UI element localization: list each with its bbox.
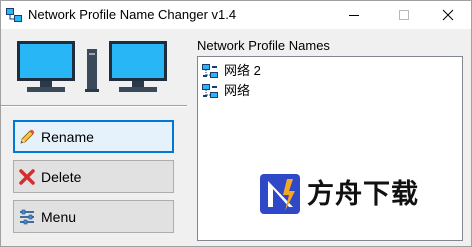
menu-button[interactable]: Menu xyxy=(13,200,174,233)
window-title: Network Profile Name Changer v1.4 xyxy=(28,7,237,22)
maximize-button[interactable] xyxy=(381,1,427,29)
sliders-icon xyxy=(20,209,34,225)
minimize-icon xyxy=(349,14,359,16)
delete-label: Delete xyxy=(41,169,82,185)
title-bar[interactable]: Network Profile Name Changer v1.4 xyxy=(1,1,471,29)
delete-button[interactable]: Delete xyxy=(13,160,174,193)
pencil-icon xyxy=(20,129,35,144)
rename-label: Rename xyxy=(41,129,94,145)
left-monitor-icon xyxy=(17,41,75,92)
profile-name: 网络 xyxy=(224,83,251,98)
minimize-button[interactable] xyxy=(331,1,377,29)
rename-button[interactable]: Rename xyxy=(13,120,174,153)
close-button[interactable] xyxy=(425,1,471,29)
list-item[interactable]: 网络 2 xyxy=(202,62,261,80)
app-icon xyxy=(6,8,22,22)
network-icon xyxy=(202,64,218,78)
list-item[interactable]: 网络 xyxy=(202,82,250,100)
right-monitor-icon xyxy=(109,41,167,92)
maximize-icon xyxy=(399,10,409,20)
watermark-text: 方舟下载 xyxy=(307,179,419,209)
menu-label: Menu xyxy=(41,209,77,225)
close-icon xyxy=(442,9,454,21)
watermark: 方舟下载 xyxy=(259,173,445,217)
profile-name: 网络 2 xyxy=(224,63,261,78)
profiles-caption: Network Profile Names xyxy=(197,38,330,53)
network-computers-illustration xyxy=(17,41,167,92)
separator xyxy=(1,105,187,107)
ark-logo-icon xyxy=(260,174,300,214)
computer-tower-icon xyxy=(85,49,99,92)
app-window: Network Profile Name Changer v1.4 Rename… xyxy=(0,0,472,247)
network-icon xyxy=(202,84,218,98)
red-x-icon xyxy=(19,169,35,185)
